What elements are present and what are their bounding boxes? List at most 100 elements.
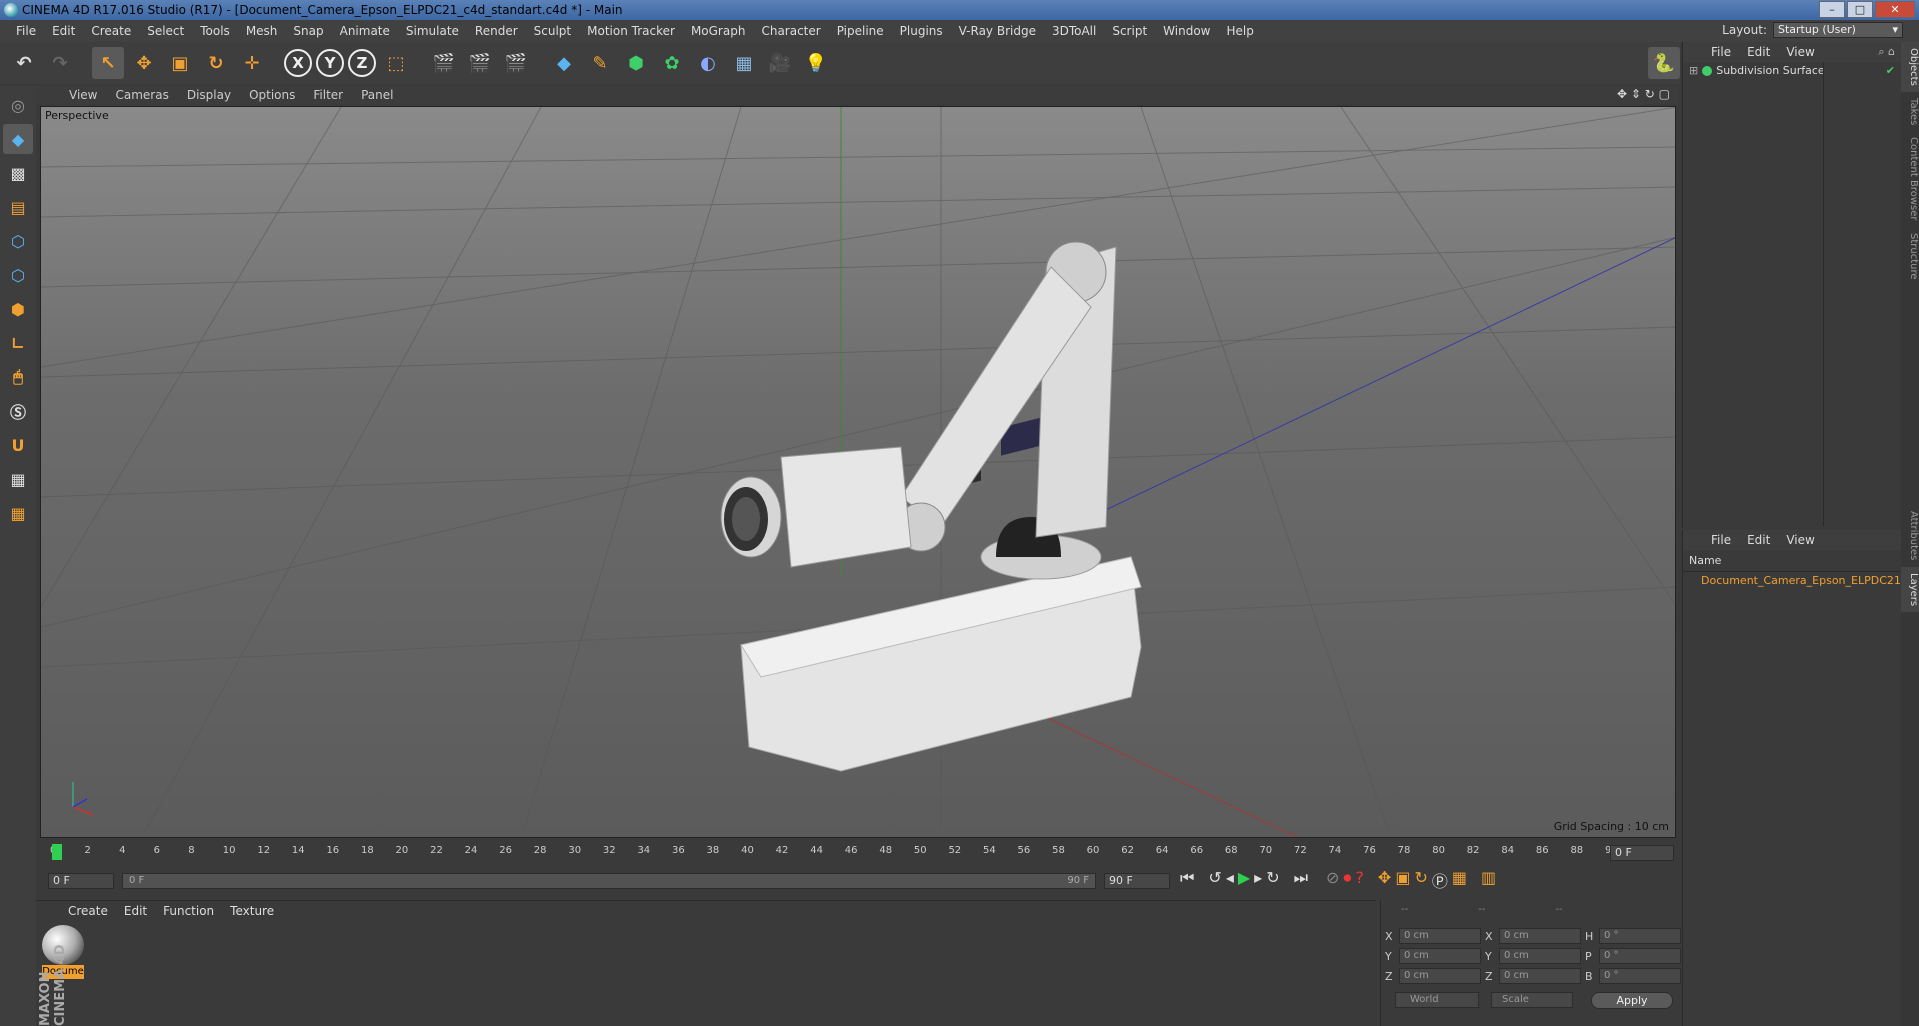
play-icon[interactable]: ▶ — [1238, 868, 1250, 892]
mat-menu-create[interactable]: Create — [60, 904, 116, 918]
goto-end-icon[interactable]: ⏭ — [1294, 868, 1308, 892]
menu-sculpt[interactable]: Sculpt — [526, 24, 579, 38]
cube-primitive-icon[interactable]: ◆ — [548, 47, 580, 79]
search-icon[interactable]: ⌕ ⌂ — [1878, 45, 1895, 59]
layer-menu-file[interactable]: File — [1703, 533, 1739, 547]
object-row-subdivision[interactable]: ⊞ Subdivision Surface ✔ — [1683, 62, 1901, 79]
move-icon[interactable]: ✥ — [128, 47, 160, 79]
axis-mode-icon[interactable]: ∟ — [3, 328, 33, 358]
next-frame-icon[interactable]: ▸ — [1254, 868, 1262, 892]
goto-start-icon[interactable]: ⏮ — [1180, 868, 1194, 892]
vp-menu-cameras[interactable]: Cameras — [106, 88, 177, 102]
mat-menu-function[interactable]: Function — [155, 904, 222, 918]
camera-icon[interactable]: 🎥 — [764, 47, 796, 79]
menu-motion-tracker[interactable]: Motion Tracker — [579, 24, 683, 38]
obj-menu-view[interactable]: View — [1778, 45, 1822, 59]
viewport-nav-icons[interactable]: ✥ ⇕ ↻ ▢ — [1617, 87, 1670, 101]
obj-menu-edit[interactable]: Edit — [1739, 45, 1778, 59]
vp-menu-filter[interactable]: Filter — [304, 88, 352, 102]
menu-character[interactable]: Character — [753, 24, 828, 38]
next-key-icon[interactable]: ↻ — [1266, 868, 1279, 892]
y-axis-icon[interactable]: Y — [316, 49, 344, 77]
menu-help[interactable]: Help — [1218, 24, 1261, 38]
subdivision-surface-icon[interactable]: ⬢ — [620, 47, 652, 79]
layer-row[interactable]: Document_Camera_Epson_ELPDC21 — [1683, 572, 1901, 589]
menu-plugins[interactable]: Plugins — [892, 24, 951, 38]
z-axis-icon[interactable]: Z — [348, 49, 376, 77]
prev-frame-icon[interactable]: ◂ — [1226, 868, 1234, 892]
close-button[interactable]: ✕ — [1875, 1, 1915, 18]
end-frame-field[interactable]: 90 F — [1104, 873, 1170, 889]
tab-structure[interactable]: Structure — [1901, 227, 1919, 286]
position-y-field[interactable]: 0 cm — [1399, 948, 1481, 964]
workplane-icon[interactable]: ▤ — [3, 192, 33, 222]
key-scale-icon[interactable]: ▣ — [1395, 868, 1410, 892]
x-axis-icon[interactable]: X — [284, 49, 312, 77]
prev-key-icon[interactable]: ↺ — [1208, 868, 1221, 892]
render-settings-icon[interactable]: 🎬 — [500, 47, 532, 79]
size-z-field[interactable]: 0 cm — [1499, 968, 1581, 984]
scale-icon[interactable]: ▣ — [164, 47, 196, 79]
key-rotate-icon[interactable]: ↻ — [1414, 868, 1427, 892]
tab-layers[interactable]: Layers — [1901, 566, 1919, 612]
floor-icon[interactable]: ▦ — [728, 47, 760, 79]
mat-menu-edit[interactable]: Edit — [116, 904, 155, 918]
python-icon[interactable]: 🐍 — [1648, 47, 1680, 79]
model-mode-icon[interactable]: ◆ — [3, 124, 33, 154]
redo-icon[interactable]: ↷ — [44, 47, 76, 79]
menu-3dtoall[interactable]: 3DToAll — [1044, 24, 1104, 38]
cloner-icon[interactable]: ✿ — [656, 47, 688, 79]
rotation-h-field[interactable]: 0 ° — [1599, 928, 1681, 944]
obj-menu-file[interactable]: File — [1703, 45, 1739, 59]
size-x-field[interactable]: 0 cm — [1499, 928, 1581, 944]
menu-tools[interactable]: Tools — [192, 24, 238, 38]
points-mode-icon[interactable]: ⬡ — [3, 226, 33, 256]
edges-mode-icon[interactable]: ⬡ — [3, 260, 33, 290]
menu-vray-bridge[interactable]: V-Ray Bridge — [951, 24, 1044, 38]
playhead[interactable] — [52, 844, 62, 860]
workplane-lock-icon[interactable]: ▦ — [3, 464, 33, 494]
autokey-icon[interactable]: ? — [1355, 868, 1364, 892]
menu-pipeline[interactable]: Pipeline — [829, 24, 892, 38]
snap-icon[interactable]: Ⓢ — [3, 396, 33, 426]
coordinate-system-icon[interactable]: ⬚ — [380, 47, 412, 79]
deformer-icon[interactable]: ◐ — [692, 47, 724, 79]
render-picture-viewer-icon[interactable]: 🎬 — [464, 47, 496, 79]
vp-menu-options[interactable]: Options — [240, 88, 304, 102]
texture-mode-icon[interactable]: ▩ — [3, 158, 33, 188]
record-off-icon[interactable]: ⊘ — [1326, 868, 1339, 892]
rotate-icon[interactable]: ↻ — [200, 47, 232, 79]
menu-select[interactable]: Select — [139, 24, 192, 38]
tab-takes[interactable]: Takes — [1901, 92, 1919, 131]
menu-mesh[interactable]: Mesh — [238, 24, 286, 38]
select-arrow-icon[interactable]: ↖ — [92, 47, 124, 79]
vp-menu-display[interactable]: Display — [178, 88, 240, 102]
menu-snap[interactable]: Snap — [285, 24, 331, 38]
timeline-ruler[interactable]: 0246810121416182022242628303234363840424… — [40, 842, 1676, 864]
menu-window[interactable]: Window — [1155, 24, 1218, 38]
undo-icon[interactable]: ↶ — [8, 47, 40, 79]
start-frame-field[interactable]: 0 F — [48, 873, 114, 889]
record-icon[interactable]: ⏺ — [1343, 868, 1351, 892]
rotation-p-field[interactable]: 0 ° — [1599, 948, 1681, 964]
maximize-button[interactable]: □ — [1847, 1, 1873, 18]
minimize-button[interactable]: – — [1819, 1, 1845, 18]
menu-create[interactable]: Create — [83, 24, 139, 38]
layer-menu-edit[interactable]: Edit — [1739, 533, 1778, 547]
rotation-b-field[interactable]: 0 ° — [1599, 968, 1681, 984]
light-icon[interactable]: 💡 — [800, 47, 832, 79]
timeline-icon[interactable]: ▥ — [1481, 868, 1496, 892]
grid-icon[interactable]: ▦ — [3, 498, 33, 528]
menu-simulate[interactable]: Simulate — [398, 24, 467, 38]
polygons-mode-icon[interactable]: ⬢ — [3, 294, 33, 324]
perspective-viewport[interactable]: Perspective Grid Spacing : 10 cm — [40, 106, 1676, 838]
menu-file[interactable]: File — [8, 24, 44, 38]
menu-render[interactable]: Render — [467, 24, 526, 38]
expand-icon[interactable]: ⊞ — [1689, 64, 1698, 77]
tab-objects[interactable]: Objects — [1901, 42, 1919, 92]
size-mode-dropdown[interactable]: Scale — [1491, 992, 1573, 1008]
key-move-icon[interactable]: ✥ — [1378, 868, 1391, 892]
coord-system-dropdown[interactable]: World — [1395, 992, 1479, 1008]
enabled-check-icon[interactable]: ✔ — [1886, 64, 1895, 77]
layer-menu-view[interactable]: View — [1778, 533, 1822, 547]
